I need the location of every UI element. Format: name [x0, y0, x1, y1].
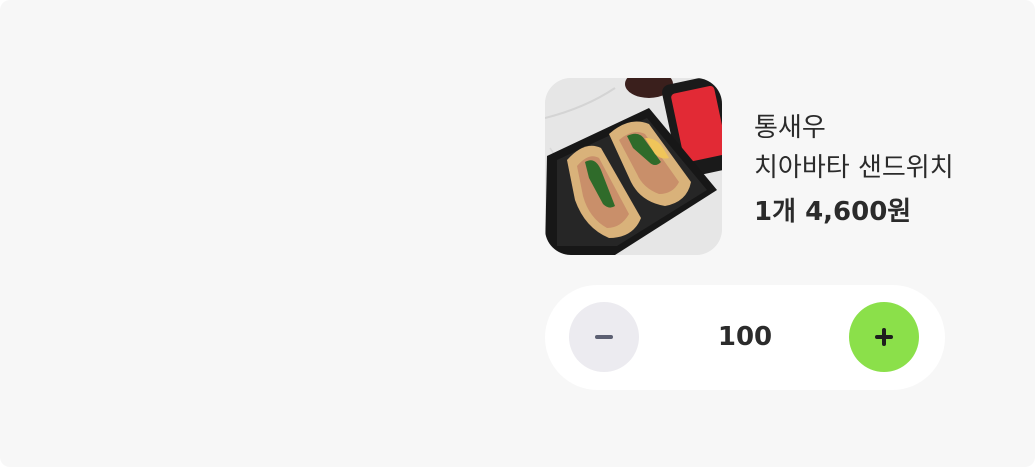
sandwich-photo-icon — [545, 78, 722, 255]
decrement-button[interactable] — [569, 302, 639, 372]
quantity-stepper: 100 — [545, 285, 945, 390]
plus-icon — [875, 328, 893, 346]
increment-button[interactable] — [849, 302, 919, 372]
product-card: 통새우 치아바타 샌드위치 1개 4,600원 100 — [0, 0, 1035, 467]
product-name: 통새우 치아바타 샌드위치 — [754, 113, 954, 183]
product-image — [545, 78, 722, 255]
minus-icon — [595, 335, 613, 339]
quantity-value: 100 — [717, 322, 773, 352]
product-price: 1개 4,600원 — [754, 197, 912, 227]
